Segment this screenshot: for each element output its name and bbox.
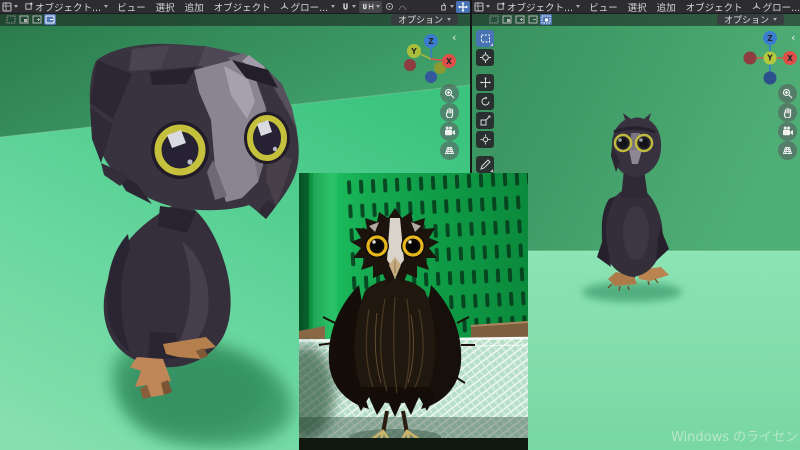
- owl-shadow-right: [582, 282, 682, 302]
- editor-type-icon[interactable]: [472, 1, 492, 13]
- pan-hand-button[interactable]: [440, 103, 459, 122]
- menu-select[interactable]: 選択: [623, 0, 652, 14]
- sidebar-collapse-arrow[interactable]: ‹: [452, 32, 456, 43]
- toggle-ortho-button[interactable]: [778, 141, 797, 160]
- blender-window: オブジェクト... ビュー 選択 追加 オブジェクト グロー... オブジェクト…: [0, 0, 800, 450]
- orientation-label: グロー...: [762, 2, 800, 14]
- editor-type-icon[interactable]: [0, 1, 20, 13]
- select-mode-extend[interactable]: [514, 14, 526, 25]
- tool-move[interactable]: [476, 74, 494, 91]
- svg-text:Z: Z: [767, 34, 773, 43]
- tool-rotate[interactable]: [476, 93, 494, 110]
- photo-bottom-strip: [299, 438, 528, 450]
- axis-neg-x-ball[interactable]: [404, 59, 416, 71]
- tool-select-box[interactable]: [476, 30, 494, 47]
- menu-add[interactable]: 追加: [652, 0, 681, 14]
- gizmo-toggle-icon[interactable]: [456, 0, 470, 13]
- pan-hand-button[interactable]: [778, 103, 797, 122]
- select-mode-tweak[interactable]: [488, 14, 500, 25]
- mode-dropdown[interactable]: オブジェクト...: [492, 0, 584, 14]
- tool-settings-left: オプション: [0, 13, 470, 26]
- select-mode-new[interactable]: [18, 14, 30, 25]
- select-mode-subtract[interactable]: [44, 14, 56, 25]
- proportional-editing-icon[interactable]: [383, 1, 396, 13]
- mode-label: オブジェクト...: [35, 2, 102, 14]
- menu-add[interactable]: 追加: [180, 0, 209, 14]
- mode-dropdown[interactable]: オブジェクト...: [20, 0, 112, 14]
- select-mode-new[interactable]: [501, 14, 513, 25]
- axis-neg-z-ball[interactable]: [763, 71, 777, 85]
- paint-tool-icon[interactable]: [437, 1, 456, 13]
- orientation-icon: [280, 2, 288, 10]
- header-left: オブジェクト... ビュー 選択 追加 オブジェクト グロー...: [0, 0, 470, 14]
- select-mode-tweak[interactable]: [5, 14, 17, 25]
- object-mode-icon: [497, 2, 505, 10]
- options-button[interactable]: オプション: [390, 14, 458, 26]
- svg-text:Y: Y: [410, 47, 417, 56]
- tool-settings-right: オプション: [472, 13, 800, 26]
- svg-text:X: X: [787, 54, 793, 63]
- svg-text:Y: Y: [766, 54, 773, 63]
- tool-transform[interactable]: [476, 131, 494, 148]
- menu-view[interactable]: ビュー: [584, 0, 623, 14]
- select-mode-extend[interactable]: [31, 14, 43, 25]
- orientation-dropdown[interactable]: グロー...: [276, 0, 340, 14]
- axis-neg-x-ball[interactable]: [743, 51, 757, 65]
- object-mode-icon: [25, 2, 33, 10]
- toggle-ortho-button[interactable]: [440, 141, 459, 160]
- orientation-dropdown[interactable]: グロー...: [748, 0, 800, 14]
- svg-text:X: X: [446, 57, 452, 66]
- menu-view[interactable]: ビュー: [112, 0, 151, 14]
- mode-label: オブジェクト...: [507, 2, 574, 14]
- owl-right-eye: [244, 112, 290, 164]
- snap-magnet-icon[interactable]: [339, 1, 358, 13]
- zoom-button[interactable]: [778, 84, 797, 103]
- snap-target-icon[interactable]: [359, 0, 383, 13]
- falloff-icon[interactable]: [396, 1, 409, 13]
- tool-annotate[interactable]: [476, 156, 494, 173]
- reference-photo-wet-owl[interactable]: [299, 173, 528, 450]
- tool-scale[interactable]: [476, 112, 494, 129]
- header-right: オブジェクト... ビュー 選択 追加 オブジェクト グロー...: [472, 0, 800, 14]
- svg-text:Z: Z: [428, 37, 434, 46]
- camera-view-button[interactable]: [778, 122, 797, 141]
- select-mode-invert[interactable]: [540, 14, 552, 25]
- zoom-button[interactable]: [440, 84, 459, 103]
- axis-neg-z-ball[interactable]: [425, 71, 437, 83]
- menu-object[interactable]: オブジェクト: [681, 0, 748, 14]
- toolbar: [476, 30, 496, 192]
- menu-object[interactable]: オブジェクト: [209, 0, 276, 14]
- orientation-icon: [752, 2, 760, 10]
- camera-view-button[interactable]: [440, 122, 459, 141]
- sidebar-collapse-arrow[interactable]: ‹: [791, 32, 795, 43]
- menu-select[interactable]: 選択: [151, 0, 180, 14]
- options-button[interactable]: オプション: [716, 14, 784, 26]
- orientation-label: グロー...: [290, 2, 329, 14]
- select-mode-subtract[interactable]: [527, 14, 539, 25]
- owl-left-eye: [151, 121, 209, 179]
- tool-cursor[interactable]: [476, 49, 494, 66]
